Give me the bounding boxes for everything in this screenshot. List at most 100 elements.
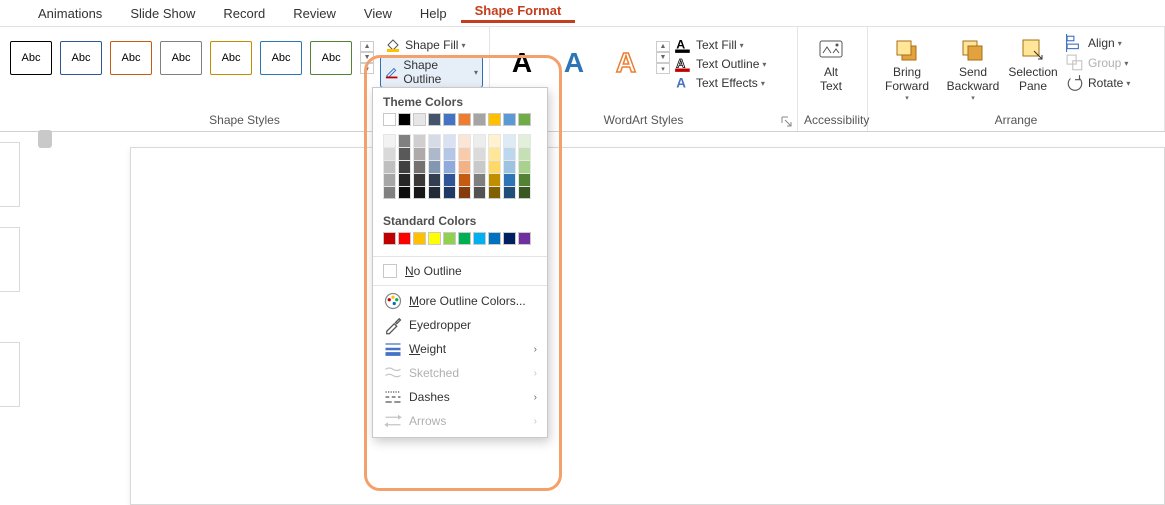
color-swatch[interactable]	[488, 160, 501, 173]
color-swatch[interactable]	[518, 173, 531, 186]
color-swatch[interactable]	[458, 113, 471, 126]
color-swatch[interactable]	[503, 147, 516, 160]
selection-pane-button[interactable]: Selection Pane	[1006, 31, 1060, 94]
color-swatch[interactable]	[473, 160, 486, 173]
color-swatch[interactable]	[383, 186, 396, 199]
tab-review[interactable]: Review	[279, 6, 350, 21]
alt-text-button[interactable]: Alt Text	[804, 31, 858, 94]
color-swatch[interactable]	[398, 186, 411, 199]
color-swatch[interactable]	[473, 232, 486, 245]
shape-outline-button[interactable]: Shape Outline ▾	[380, 56, 483, 88]
shape-style-preset-1[interactable]: Abc	[10, 41, 52, 75]
shape-style-preset-6[interactable]: Abc	[260, 41, 302, 75]
dashes-item[interactable]: Dashes ›	[373, 385, 547, 409]
slide-thumbnail-2[interactable]	[0, 227, 20, 292]
color-swatch[interactable]	[488, 186, 501, 199]
color-swatch[interactable]	[443, 113, 456, 126]
color-swatch[interactable]	[413, 160, 426, 173]
color-swatch[interactable]	[518, 160, 531, 173]
shape-style-gallery-scroll[interactable]: ▲ ▼ ▾	[360, 41, 374, 74]
send-backward-button[interactable]: Send Backward ▾	[940, 31, 1006, 102]
color-swatch[interactable]	[383, 232, 396, 245]
shape-style-preset-5[interactable]: Abc	[210, 41, 252, 75]
tab-view[interactable]: View	[350, 6, 406, 21]
text-fill-button[interactable]: A Text Fill ▾	[674, 37, 766, 53]
color-swatch[interactable]	[473, 147, 486, 160]
color-swatch[interactable]	[458, 134, 471, 147]
color-swatch[interactable]	[488, 134, 501, 147]
color-swatch[interactable]	[443, 186, 456, 199]
color-swatch[interactable]	[413, 134, 426, 147]
rotate-button[interactable]: Rotate ▾	[1066, 75, 1130, 91]
color-swatch[interactable]	[428, 113, 441, 126]
color-swatch[interactable]	[503, 232, 516, 245]
slide-thumbnail-1[interactable]	[0, 142, 20, 207]
color-swatch[interactable]	[398, 134, 411, 147]
color-swatch[interactable]	[383, 160, 396, 173]
shape-style-preset-2[interactable]: Abc	[60, 41, 102, 75]
color-swatch[interactable]	[458, 147, 471, 160]
eyedropper-item[interactable]: Eyedropper	[373, 313, 547, 337]
color-swatch[interactable]	[503, 173, 516, 186]
color-swatch[interactable]	[503, 186, 516, 199]
scroll-up[interactable]: ▲	[656, 41, 670, 52]
color-swatch[interactable]	[488, 232, 501, 245]
shape-fill-button[interactable]: Shape Fill ▾	[380, 35, 483, 55]
color-swatch[interactable]	[443, 232, 456, 245]
bring-forward-button[interactable]: Bring Forward ▾	[874, 31, 940, 102]
color-swatch[interactable]	[413, 147, 426, 160]
color-swatch[interactable]	[488, 173, 501, 186]
wordart-preset-3[interactable]: A	[604, 41, 648, 85]
color-swatch[interactable]	[428, 160, 441, 173]
color-swatch[interactable]	[458, 186, 471, 199]
color-swatch[interactable]	[473, 134, 486, 147]
color-swatch[interactable]	[383, 173, 396, 186]
color-swatch[interactable]	[398, 147, 411, 160]
scroll-up[interactable]: ▲	[360, 41, 374, 52]
no-outline-item[interactable]: No Outline	[373, 260, 547, 282]
wordart-preset-2[interactable]: A	[552, 41, 596, 85]
color-swatch[interactable]	[458, 160, 471, 173]
align-button[interactable]: Align ▾	[1066, 35, 1130, 51]
color-swatch[interactable]	[398, 160, 411, 173]
color-swatch[interactable]	[458, 232, 471, 245]
slide-canvas[interactable]	[130, 147, 1165, 505]
group-button[interactable]: Group ▾	[1066, 55, 1130, 71]
color-swatch[interactable]	[428, 186, 441, 199]
scroll-down[interactable]: ▼	[360, 52, 374, 63]
more-outline-colors-item[interactable]: More Outline Colors...	[373, 289, 547, 313]
tab-help[interactable]: Help	[406, 6, 461, 21]
tab-animations[interactable]: Animations	[24, 6, 116, 21]
color-swatch[interactable]	[443, 160, 456, 173]
wordart-preset-1[interactable]: A	[500, 41, 544, 85]
color-swatch[interactable]	[518, 147, 531, 160]
color-swatch[interactable]	[383, 113, 396, 126]
gallery-expand[interactable]: ▾	[360, 63, 374, 74]
color-swatch[interactable]	[383, 134, 396, 147]
color-swatch[interactable]	[473, 186, 486, 199]
color-swatch[interactable]	[488, 147, 501, 160]
color-swatch[interactable]	[473, 173, 486, 186]
color-swatch[interactable]	[473, 113, 486, 126]
color-swatch[interactable]	[428, 147, 441, 160]
color-swatch[interactable]	[518, 113, 531, 126]
color-swatch[interactable]	[413, 186, 426, 199]
tab-slide-show[interactable]: Slide Show	[116, 6, 209, 21]
color-swatch[interactable]	[443, 147, 456, 160]
text-outline-button[interactable]: A Text Outline ▾	[674, 56, 766, 72]
shape-style-preset-7[interactable]: Abc	[310, 41, 352, 75]
color-swatch[interactable]	[383, 147, 396, 160]
color-swatch[interactable]	[503, 160, 516, 173]
tab-shape-format[interactable]: Shape Format	[461, 3, 576, 23]
color-swatch[interactable]	[503, 134, 516, 147]
color-swatch[interactable]	[398, 113, 411, 126]
color-swatch[interactable]	[518, 134, 531, 147]
shape-style-preset-3[interactable]: Abc	[110, 41, 152, 75]
color-swatch[interactable]	[413, 113, 426, 126]
color-swatch[interactable]	[443, 173, 456, 186]
tab-record[interactable]: Record	[209, 6, 279, 21]
slide-thumbnail-3[interactable]	[0, 342, 20, 407]
color-swatch[interactable]	[518, 232, 531, 245]
color-swatch[interactable]	[503, 113, 516, 126]
color-swatch[interactable]	[398, 232, 411, 245]
